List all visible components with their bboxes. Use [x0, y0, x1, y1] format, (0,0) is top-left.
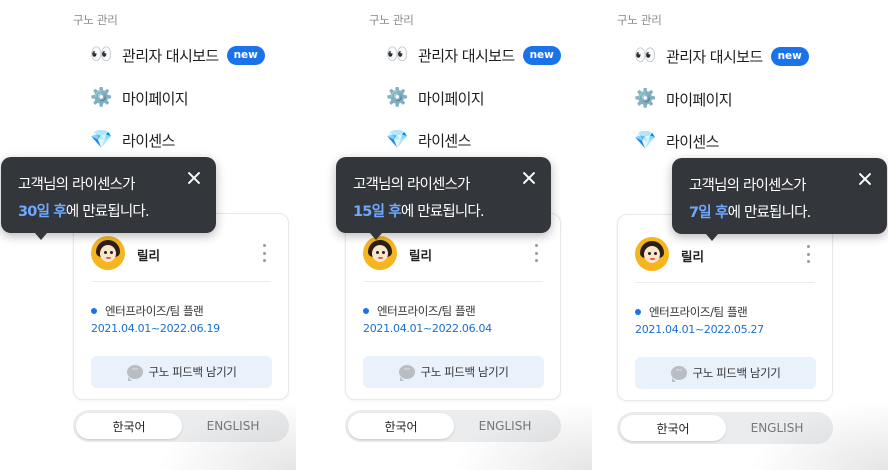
user-name: 릴리: [681, 249, 705, 264]
menu-item-label: 관리자 대시보드: [418, 46, 515, 65]
gear-icon: ⚙️: [386, 87, 408, 108]
new-badge: new: [226, 45, 265, 65]
plan-period: 2021.04.01~2022.06.04: [363, 322, 492, 335]
menu-item-label: 관리자 대시보드: [666, 47, 763, 66]
menu-item-license[interactable]: 💎 라이센스: [634, 127, 719, 155]
plan-name: 엔터프라이즈/팀 플랜: [105, 304, 204, 318]
feedback-label: 구노 피드백 남기기: [420, 365, 509, 379]
user-card: 릴리 엔터프라이즈/팀 플랜 2021.04.01~2022.06.19 구노 …: [73, 213, 289, 400]
gear-icon: ⚙️: [90, 87, 112, 108]
menu-item-mypage[interactable]: ⚙️ 마이페이지: [634, 85, 733, 113]
plan-name: 엔터프라이즈/팀 플랜: [377, 304, 476, 318]
eyes-icon: 👀: [90, 44, 112, 65]
eyes-icon: 👀: [634, 45, 656, 66]
license-expiry-tooltip: 고객님의 라이센스가 30일 후에 만료됩니다.: [1, 157, 216, 240]
section-title: 구노 관리: [369, 13, 414, 27]
avatar: [91, 236, 125, 270]
menu-item-label: 마이페이지: [666, 90, 733, 109]
lang-option-english[interactable]: ENGLISH: [452, 413, 558, 439]
chat-bubble-icon: [670, 366, 687, 382]
new-badge: new: [522, 45, 561, 65]
plan-row: 엔터프라이즈/팀 플랜: [91, 303, 204, 319]
menu-item-label: 관리자 대시보드: [122, 46, 219, 65]
tooltip-line-2-rest: 에 만료됩니다.: [400, 204, 485, 220]
user-name: 릴리: [137, 248, 161, 263]
tooltip-line-2: 7일 후에 만료됩니다.: [689, 201, 812, 222]
menu-item-label: 라이센스: [122, 131, 175, 150]
feedback-label: 구노 피드백 남기기: [148, 365, 237, 379]
gem-icon: 💎: [90, 129, 112, 150]
menu-item-mypage[interactable]: ⚙️ 마이페이지: [90, 84, 189, 112]
close-icon[interactable]: [857, 171, 873, 187]
feedback-button[interactable]: 구노 피드백 남기기: [91, 356, 272, 388]
sidebar-panel-2: 구노 관리 👀 관리자 대시보드 new ⚙️ 마이페이지 💎 라이센스 릴리 …: [296, 0, 592, 470]
plan-row: 엔터프라이즈/팀 플랜: [635, 304, 748, 320]
menu-item-label: 라이센스: [666, 132, 719, 151]
user-card: 릴리 엔터프라이즈/팀 플랜 2021.04.01~2022.06.04 구노 …: [345, 213, 561, 400]
plan-period: 2021.04.01~2022.06.19: [91, 322, 220, 335]
feedback-button[interactable]: 구노 피드백 남기기: [363, 356, 544, 388]
avatar: [635, 237, 669, 271]
menu-item-label: 마이페이지: [122, 89, 189, 108]
user-name: 릴리: [409, 248, 433, 263]
eyes-icon: 👀: [386, 44, 408, 65]
more-options-icon[interactable]: [528, 244, 544, 262]
section-title: 구노 관리: [73, 13, 118, 27]
close-icon[interactable]: [521, 170, 537, 186]
tooltip-line-1: 고객님의 라이센스가: [689, 178, 806, 194]
new-badge: new: [770, 46, 809, 66]
menu-item-admin-dashboard[interactable]: 👀 관리자 대시보드 new: [90, 41, 265, 69]
feedback-label: 구노 피드백 남기기: [692, 366, 781, 380]
language-toggle: 한국어 ENGLISH: [345, 410, 561, 442]
plan-dot-icon: [635, 309, 641, 315]
language-toggle: 한국어 ENGLISH: [617, 412, 833, 444]
section-title: 구노 관리: [617, 13, 662, 27]
divider: [635, 282, 815, 283]
tooltip-days: 30일 후: [18, 204, 67, 220]
menu-item-label: 마이페이지: [418, 89, 485, 108]
sidebar-panel-3: 구노 관리 👀 관리자 대시보드 new ⚙️ 마이페이지 💎 라이센스 릴리 …: [592, 0, 888, 470]
divider: [91, 281, 271, 282]
tooltip-line-1: 고객님의 라이센스가: [353, 177, 470, 193]
chat-bubble-icon: [398, 365, 415, 381]
menu-item-license[interactable]: 💎 라이센스: [90, 126, 175, 154]
more-options-icon[interactable]: [256, 244, 272, 262]
avatar: [363, 236, 397, 270]
chat-bubble-icon: [126, 365, 143, 381]
tooltip-line-2: 15일 후에 만료됩니다.: [353, 200, 485, 221]
tooltip-line-2-rest: 에 만료됩니다.: [727, 205, 812, 221]
lang-option-korean[interactable]: 한국어: [348, 413, 454, 439]
plan-dot-icon: [91, 308, 97, 314]
menu-item-mypage[interactable]: ⚙️ 마이페이지: [386, 84, 485, 112]
plan-dot-icon: [363, 308, 369, 314]
tooltip-line-1: 고객님의 라이센스가: [18, 177, 135, 193]
language-toggle: 한국어 ENGLISH: [73, 410, 289, 442]
tooltip-days: 15일 후: [353, 204, 402, 220]
gem-icon: 💎: [634, 130, 656, 151]
close-icon[interactable]: [186, 170, 202, 186]
license-expiry-tooltip: 고객님의 라이센스가 7일 후에 만료됩니다.: [672, 158, 887, 241]
tooltip-line-2: 30일 후에 만료됩니다.: [18, 200, 150, 221]
feedback-button[interactable]: 구노 피드백 남기기: [635, 357, 816, 389]
lang-option-korean[interactable]: 한국어: [76, 413, 182, 439]
plan-name: 엔터프라이즈/팀 플랜: [649, 305, 748, 319]
lang-option-korean[interactable]: 한국어: [620, 415, 726, 441]
menu-item-label: 라이센스: [418, 131, 471, 150]
divider: [363, 281, 543, 282]
menu-item-license[interactable]: 💎 라이센스: [386, 126, 471, 154]
gear-icon: ⚙️: [634, 88, 656, 109]
more-options-icon[interactable]: [800, 245, 816, 263]
license-expiry-tooltip: 고객님의 라이센스가 15일 후에 만료됩니다.: [336, 157, 551, 240]
user-card: 릴리 엔터프라이즈/팀 플랜 2021.04.01~2022.05.27 구노 …: [617, 214, 833, 401]
tooltip-days: 7일 후: [689, 205, 728, 221]
gem-icon: 💎: [386, 129, 408, 150]
plan-row: 엔터프라이즈/팀 플랜: [363, 303, 476, 319]
menu-item-admin-dashboard[interactable]: 👀 관리자 대시보드 new: [634, 42, 809, 70]
plan-period: 2021.04.01~2022.05.27: [635, 323, 764, 336]
sidebar-panel-1: 구노 관리 👀 관리자 대시보드 new ⚙️ 마이페이지 💎 라이센스 릴리 …: [0, 0, 296, 470]
lang-option-english[interactable]: ENGLISH: [180, 413, 286, 439]
tooltip-line-2-rest: 에 만료됩니다.: [65, 204, 150, 220]
menu-item-admin-dashboard[interactable]: 👀 관리자 대시보드 new: [386, 41, 561, 69]
lang-option-english[interactable]: ENGLISH: [724, 415, 830, 441]
